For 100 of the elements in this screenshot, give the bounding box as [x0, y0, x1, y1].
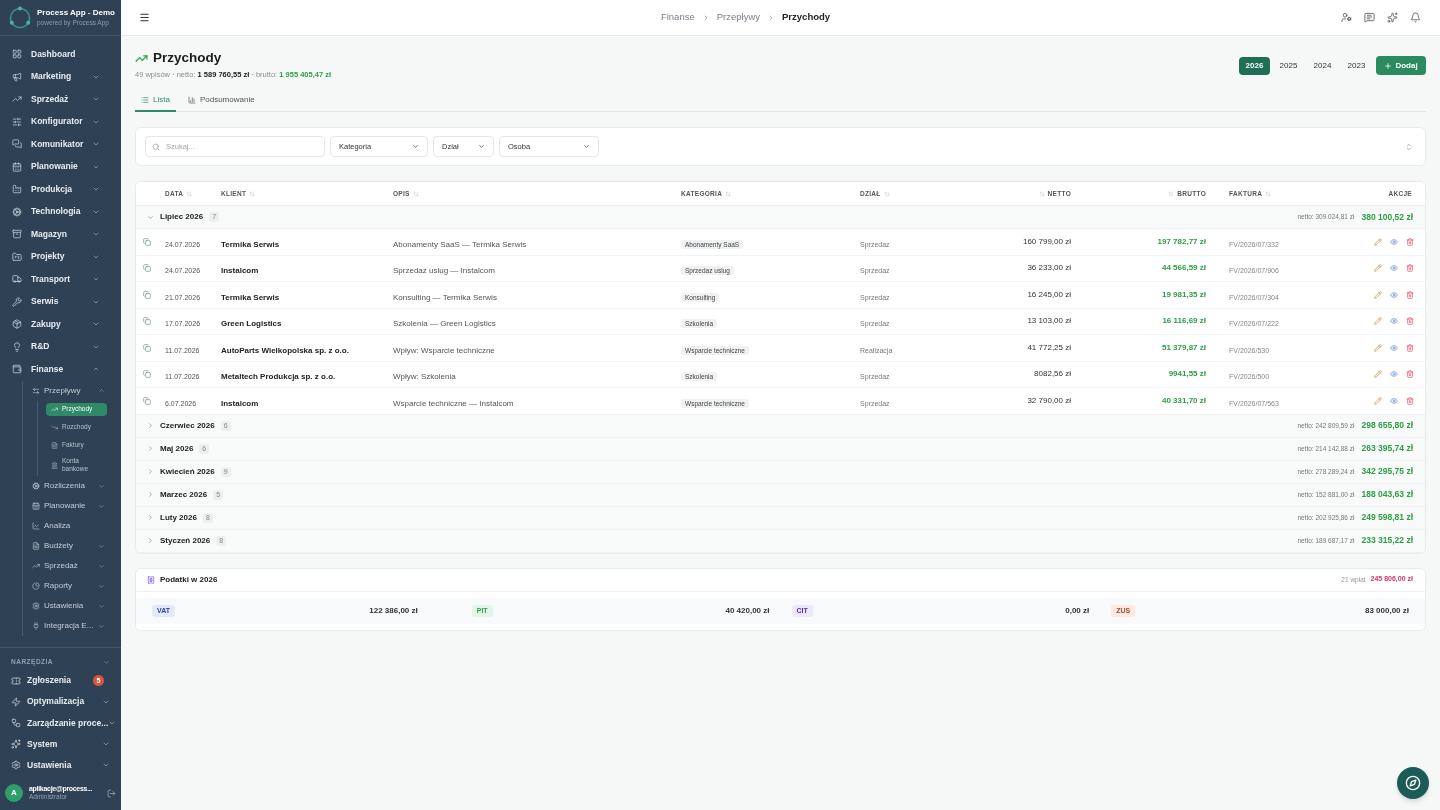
sidebar-subitem[interactable]: Planowanie [23, 496, 121, 517]
trash-icon[interactable] [1406, 343, 1414, 352]
message-icon[interactable] [1364, 12, 1375, 23]
logout-icon[interactable] [107, 788, 116, 798]
sort-icon[interactable] [1168, 190, 1175, 197]
sidebar-item[interactable]: Konfigurator [0, 110, 121, 133]
sort-icon[interactable] [249, 190, 256, 197]
add-button[interactable]: Dodaj [1376, 56, 1426, 75]
pencil-icon[interactable] [1374, 370, 1382, 379]
eye-icon[interactable] [1390, 317, 1398, 326]
eye-icon[interactable] [1390, 264, 1398, 273]
user-gear-icon[interactable] [1341, 12, 1352, 23]
sidebar-item[interactable]: Zakupy [0, 313, 121, 336]
gross-amount: 19 981,35 zł [1161, 288, 1206, 301]
plug-icon [32, 622, 40, 631]
sidebar-item[interactable]: Projekty [0, 245, 121, 268]
sidebar-item[interactable]: Ustawienia [0, 754, 121, 776]
trash-icon[interactable] [1406, 317, 1414, 326]
trash-icon[interactable] [1406, 370, 1414, 379]
pencil-icon[interactable] [1374, 396, 1382, 405]
eye-icon[interactable] [1390, 396, 1398, 405]
menu-icon[interactable] [139, 12, 150, 23]
sort-icon[interactable] [412, 190, 419, 197]
plus-icon [1384, 61, 1393, 70]
tab[interactable]: Podsumowanie [181, 90, 261, 112]
breadcrumb-link[interactable]: Przepływy [716, 10, 761, 25]
trash-icon[interactable] [1406, 237, 1414, 246]
tab[interactable]: Lista [135, 90, 176, 112]
compass-button[interactable] [1397, 767, 1429, 799]
sidebar-item[interactable]: Transport [0, 268, 121, 291]
sidebar-subitem[interactable]: Raporty [23, 576, 121, 597]
sidebar-item[interactable]: Planowanie [0, 155, 121, 178]
bell-icon[interactable] [1410, 12, 1421, 23]
sidebar-subitem[interactable]: Przepływy [23, 380, 121, 401]
copy-icon[interactable] [143, 264, 151, 273]
copy-icon[interactable] [143, 290, 151, 299]
group-gross-total: 380 100,52 zł [1361, 210, 1413, 224]
sidebar-subitem[interactable]: Analiza [23, 516, 121, 537]
sidebar-item[interactable]: System [0, 733, 121, 755]
group-title: Lipiec 2026 [160, 211, 204, 223]
sidebar-item[interactable]: Optymalizacja [0, 691, 121, 713]
pencil-icon[interactable] [1374, 343, 1382, 352]
sort-icon[interactable] [1038, 190, 1045, 197]
year-button[interactable]: 2024 [1307, 56, 1338, 75]
eye-icon[interactable] [1390, 343, 1398, 352]
trash-icon[interactable] [1406, 396, 1414, 405]
sort-icon[interactable] [186, 190, 193, 197]
copy-icon[interactable] [143, 237, 151, 246]
eye-icon[interactable] [1390, 290, 1398, 299]
trash-icon[interactable] [1406, 290, 1414, 299]
sidebar-item[interactable]: Finanse [0, 358, 121, 381]
sidebar-item[interactable]: Marketing [0, 65, 121, 88]
sidebar-subitem[interactable]: Rozliczenia [23, 476, 121, 497]
description-text: Wsparcie techniczne — Instalcom [393, 398, 514, 408]
breadcrumb-current: Przychody [782, 10, 831, 25]
year-button[interactable]: 2023 [1341, 56, 1372, 75]
pencil-icon[interactable] [1374, 237, 1382, 246]
factory-icon [12, 184, 22, 195]
sidebar-subitem[interactable]: Budżety [23, 536, 121, 557]
sidebar-item[interactable]: R&D [0, 335, 121, 358]
sparkles-icon[interactable] [1387, 12, 1398, 23]
sort-icon[interactable] [883, 190, 890, 197]
sort-icon[interactable] [1265, 190, 1272, 197]
sidebar-subitem[interactable]: Integracja E... [23, 616, 121, 637]
copy-icon[interactable] [143, 396, 151, 405]
chevron-down-icon[interactable] [103, 658, 110, 666]
sidebar-subitem[interactable]: Ustawienia [23, 596, 121, 617]
sidebar-item[interactable]: Komunikator [0, 133, 121, 156]
net-amount: 160 799,00 zł [1022, 235, 1071, 248]
sidebar-item[interactable]: Zarządzanie proce... [0, 712, 121, 734]
pencil-icon[interactable] [1374, 264, 1382, 273]
sidebar-item[interactable]: Dashboard [0, 43, 121, 66]
pencil-icon[interactable] [1374, 317, 1382, 326]
breadcrumb-link[interactable]: Finanse [660, 10, 695, 25]
eye-icon[interactable] [1390, 370, 1398, 379]
chevron-down-icon [478, 143, 485, 150]
group-title: Kwiecień 2026 [160, 465, 215, 478]
copy-icon[interactable] [143, 343, 151, 352]
pencil-icon[interactable] [1374, 290, 1382, 299]
description-text: Wpływ: Szkolenia [393, 372, 456, 382]
sidebar-subitem[interactable]: Sprzedaż [23, 556, 121, 577]
year-button[interactable]: 2026 [1239, 56, 1270, 75]
eye-icon[interactable] [1390, 237, 1398, 246]
trash-icon[interactable] [1406, 264, 1414, 273]
sidebar-item[interactable]: Technologia [0, 200, 121, 223]
copy-icon[interactable] [143, 370, 151, 379]
year-button[interactable]: 2025 [1273, 56, 1304, 75]
sparkles-icon [11, 739, 21, 750]
sort-icon[interactable] [725, 190, 732, 197]
sidebar-item[interactable]: Magazyn [0, 223, 121, 246]
document-icon [51, 442, 58, 449]
copy-icon[interactable] [143, 317, 151, 326]
sidebar-item[interactable]: Produkcja [0, 178, 121, 201]
truck-icon [12, 274, 22, 285]
sidebar-item[interactable]: Serwis [0, 290, 121, 313]
trend-down-icon [51, 424, 58, 431]
tax-amount: 122 386,00 zł [369, 604, 418, 617]
chevrons-up-down-icon[interactable] [1405, 142, 1413, 151]
archive-icon [12, 229, 22, 240]
sidebar-item[interactable]: Sprzedaż [0, 88, 121, 111]
